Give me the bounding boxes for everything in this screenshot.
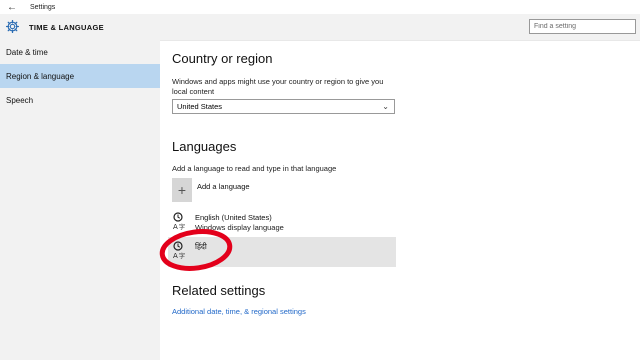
country-heading: Country or region [172, 51, 273, 66]
sidebar-item-region-language[interactable]: Region & language [0, 64, 160, 88]
annotation-circle [159, 229, 233, 271]
languages-description: Add a language to read and type in that … [172, 164, 337, 173]
related-settings-heading: Related settings [172, 283, 266, 298]
country-dropdown-value: United States [177, 102, 223, 111]
sidebar-item-date-time[interactable]: Date & time [0, 40, 160, 64]
title-bar: ← Settings [0, 0, 640, 14]
back-button[interactable]: ← [0, 0, 24, 14]
plus-icon: + [172, 178, 192, 202]
chevron-down-icon: ⌄ [382, 102, 389, 111]
sidebar: Date & time Region & language Speech [0, 40, 160, 360]
country-description-line2: local content [172, 87, 215, 96]
sidebar-item-speech[interactable]: Speech [0, 88, 160, 112]
country-dropdown[interactable]: United States ⌄ [172, 99, 395, 114]
settings-header: TIME & LANGUAGE [0, 14, 640, 41]
gear-icon [6, 20, 19, 33]
section-title: TIME & LANGUAGE [29, 23, 104, 32]
search-input[interactable] [529, 19, 636, 34]
languages-heading: Languages [172, 139, 237, 154]
add-language-button[interactable]: + Add a language [172, 178, 395, 202]
app-title: Settings [30, 3, 56, 11]
back-arrow-icon: ← [7, 1, 17, 13]
add-language-label: Add a language [197, 182, 250, 191]
additional-settings-link[interactable]: Additional date, time, & regional settin… [172, 307, 306, 316]
language-name: English (United States) [195, 213, 272, 222]
